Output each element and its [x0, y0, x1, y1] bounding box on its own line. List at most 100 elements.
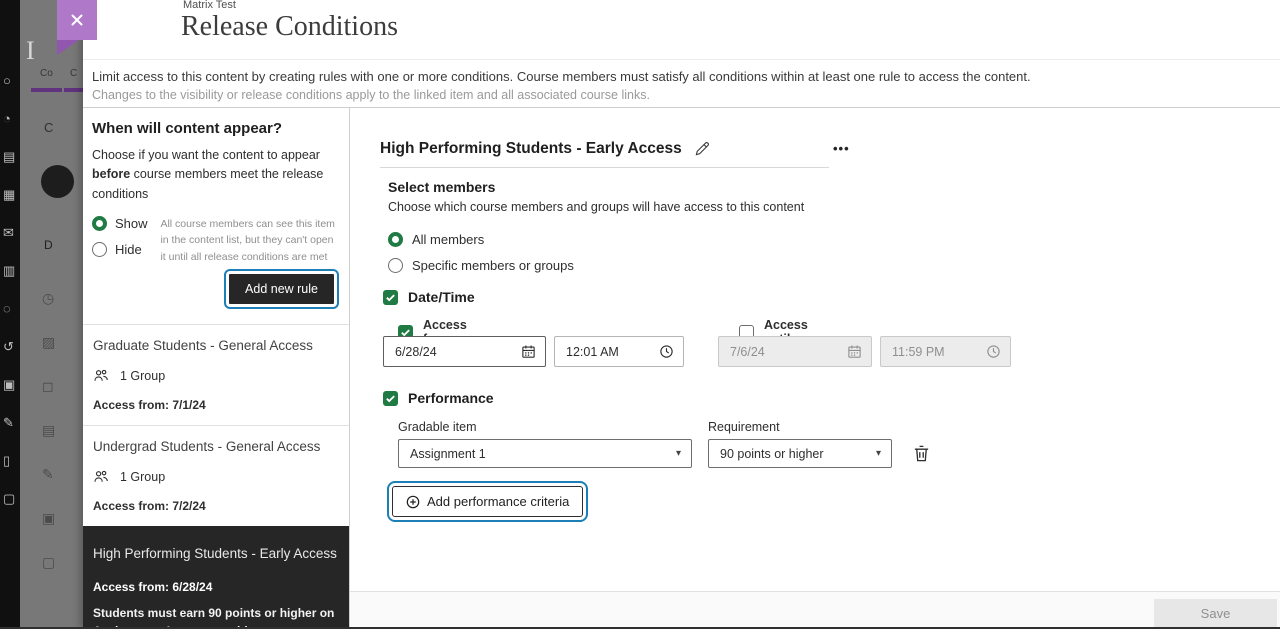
close-icon [70, 13, 84, 27]
performance-label: Performance [408, 390, 494, 406]
course-tab-fragment: C [70, 68, 77, 79]
select-members-section: Select members Choose which course membe… [388, 179, 804, 284]
rule-title-row: High Performing Students - Early Access [380, 140, 710, 158]
visibility-options: Show Hide All course members can see thi… [92, 216, 341, 268]
rule-editor: High Performing Students - Early Access … [350, 108, 1280, 628]
gradable-item-value: Assignment 1 [410, 447, 486, 461]
content-appear-section: When will content appear? Choose if you … [83, 108, 349, 324]
rule-access-date: Access from: 7/2/24 [93, 499, 339, 513]
requirement-select[interactable]: 90 points or higher ▾ [708, 439, 892, 468]
checkbox-checked-icon [383, 290, 398, 305]
group-icon [93, 469, 109, 485]
date-time-label: Date/Time [408, 289, 475, 305]
course-page-heading-fragment: I [26, 36, 35, 66]
rule-group-count: 1 Group [120, 369, 165, 383]
course-subhead-fragment: C [44, 120, 53, 135]
date-time-fields: 6/28/24 12:01 AM 7/6/24 [383, 336, 1011, 367]
field-gap [684, 336, 718, 367]
radio-all-members[interactable]: All members [388, 232, 804, 247]
modal-footer: Save [350, 591, 1280, 628]
rule-title: Graduate Students - General Access [93, 338, 339, 353]
performance-checkbox[interactable]: Performance [383, 390, 494, 406]
rule-access-date: Access from: 7/1/24 [93, 398, 339, 412]
access-from-time-value: 12:01 AM [566, 345, 619, 359]
pencil-icon [694, 141, 710, 157]
global-nav-bar: ○ ◔ ▤ ▦ ✉ ▥ ◌ ↺ ▣ ✎ ▯ ▢ [0, 0, 20, 629]
radio-unselected-icon [388, 258, 403, 273]
course-text-fragment: D [44, 238, 53, 252]
specific-members-label: Specific members or groups [412, 258, 574, 273]
plus-circle-icon [406, 495, 420, 509]
access-until-time-input-disabled[interactable]: 11:59 PM [880, 336, 1011, 367]
rule-card-high-performing-selected[interactable]: High Performing Students - Early Access … [83, 526, 349, 629]
visibility-radio-group: Show Hide [92, 216, 160, 268]
access-from-date-value: 6/28/24 [395, 345, 437, 359]
release-conditions-modal: Matrix Test Release Conditions Limit acc… [83, 0, 1280, 629]
close-button[interactable] [57, 0, 97, 40]
group-icon [93, 368, 109, 384]
visibility-help-text: All course members can see this item in … [160, 216, 341, 268]
rule-card-undergrad[interactable]: Undergrad Students - General Access 1 Gr… [83, 425, 349, 526]
calendar-icon [521, 344, 536, 359]
rule-card-graduate[interactable]: Graduate Students - General Access 1 Gro… [83, 324, 349, 425]
title-underline [380, 167, 829, 168]
rules-sidebar: When will content appear? Choose if you … [83, 108, 350, 628]
radio-selected-icon [388, 232, 403, 247]
modal-body: When will content appear? Choose if you … [83, 108, 1280, 628]
access-from-time-input[interactable]: 12:01 AM [554, 336, 684, 367]
release-conditions-panel: ○ ◔ ▤ ▦ ✉ ▥ ◌ ↺ ▣ ✎ ▯ ▢ I Co C C D ◷ ▨ ◻… [0, 0, 1280, 629]
rule-title: Undergrad Students - General Access [93, 439, 339, 454]
date-time-checkbox[interactable]: Date/Time [383, 289, 475, 305]
requirement-value: 90 points or higher [720, 447, 824, 461]
clock-icon [659, 344, 674, 359]
add-new-rule-button[interactable]: Add new rule [229, 274, 334, 304]
edit-title-button[interactable] [694, 141, 710, 157]
radio-unselected-icon [92, 242, 107, 257]
appear-heading: When will content appear? [92, 120, 341, 137]
radio-hide-label: Hide [115, 242, 142, 257]
chevron-down-icon: ▾ [676, 448, 681, 459]
course-name: Matrix Test [183, 0, 236, 11]
chevron-down-icon: ▾ [876, 448, 881, 459]
rule-groups-row: 1 Group [93, 469, 339, 485]
rule-title: High Performing Students - Early Access [93, 546, 339, 561]
access-until-date-input-disabled[interactable]: 7/6/24 [718, 336, 872, 367]
performance-controls: Assignment 1 ▾ 90 points or higher ▾ [398, 439, 931, 468]
course-content-icons: ◷ ▨ ◻ ▤ ✎ ▣ ▢ [42, 276, 55, 584]
rule-options-menu-button[interactable]: ••• [833, 141, 850, 156]
checkbox-checked-icon [383, 391, 398, 406]
date-time-section: Date/Time Access from Access until 6/28/… [383, 289, 475, 305]
requirement-label: Requirement [708, 420, 780, 434]
dimmed-course-page: I Co C C D ◷ ▨ ◻ ▤ ✎ ▣ ▢ [20, 0, 83, 629]
rule-editor-title: High Performing Students - Early Access [380, 140, 682, 158]
course-tab-fragment: Co [40, 68, 53, 79]
intro-text: Limit access to this content by creating… [83, 60, 1280, 108]
add-rule-container: Add new rule [92, 268, 341, 316]
access-from-date-input[interactable]: 6/28/24 [383, 336, 546, 367]
add-performance-criteria-button[interactable]: Add performance criteria [392, 486, 583, 517]
delete-performance-button[interactable] [912, 444, 931, 463]
global-nav-icons: ○ ◔ ▤ ▦ ✉ ▥ ◌ ↺ ▣ ✎ ▯ ▢ [3, 62, 15, 518]
gradable-item-label: Gradable item [398, 420, 477, 434]
rule-group-count: 1 Group [120, 470, 165, 484]
radio-show[interactable]: Show [92, 216, 160, 231]
add-criteria-label: Add performance criteria [427, 494, 569, 509]
modal-header: Matrix Test Release Conditions [83, 0, 1280, 60]
appear-description: Choose if you want the content to appear… [92, 146, 344, 204]
clock-icon [986, 344, 1001, 359]
radio-selected-icon [92, 216, 107, 231]
tab-underline [31, 88, 62, 92]
rule-groups-row: 1 Group [93, 368, 339, 384]
radio-specific-members[interactable]: Specific members or groups [388, 258, 804, 273]
rule-access-date: Access from: 6/28/24 [93, 580, 339, 594]
radio-show-label: Show [115, 216, 148, 231]
radio-hide[interactable]: Hide [92, 242, 160, 257]
gradable-item-select[interactable]: Assignment 1 ▾ [398, 439, 692, 468]
trash-icon [912, 444, 931, 463]
save-button[interactable]: Save [1154, 599, 1277, 628]
rule-description: Students must earn 90 points or higher o… [93, 605, 343, 629]
page-title: Release Conditions [181, 11, 398, 43]
avatar [41, 165, 74, 198]
performance-section: Performance Gradable item Requirement As… [383, 390, 494, 406]
all-members-label: All members [412, 232, 484, 247]
